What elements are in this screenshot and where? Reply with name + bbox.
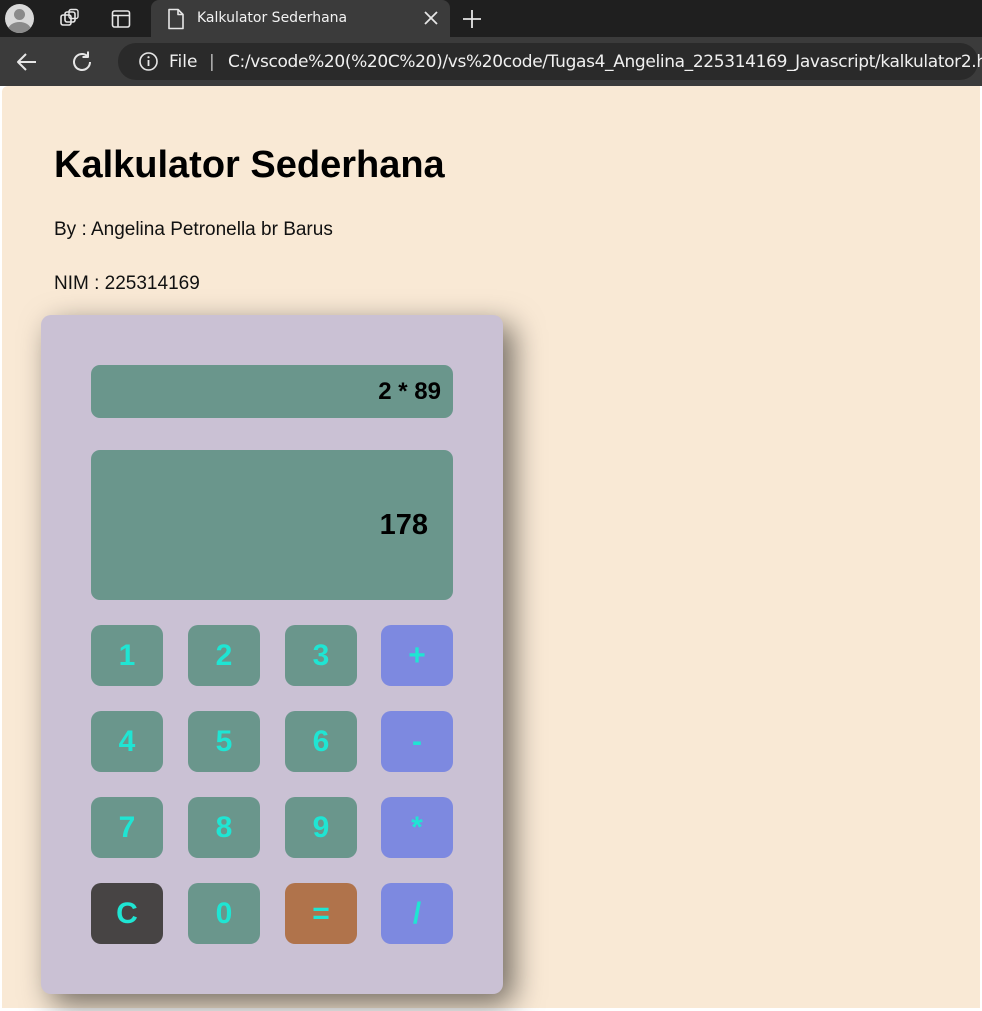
browser-tab-bar: Kalkulator Sederhana — [0, 0, 982, 37]
back-arrow-icon[interactable] — [14, 49, 40, 75]
add-button[interactable]: + — [381, 625, 453, 686]
close-icon[interactable] — [422, 9, 440, 27]
key-2-button[interactable]: 2 — [188, 625, 260, 686]
tab-actions-icon[interactable] — [110, 8, 132, 30]
key-8-button[interactable]: 8 — [188, 797, 260, 858]
key-0-button[interactable]: 0 — [188, 883, 260, 944]
workspaces-icon[interactable] — [58, 8, 80, 30]
key-4-button[interactable]: 4 — [91, 711, 163, 772]
tab-title: Kalkulator Sederhana — [197, 10, 348, 26]
multiply-button[interactable]: * — [381, 797, 453, 858]
divide-button[interactable]: / — [381, 883, 453, 944]
address-bar[interactable]: File | C:/vscode%20(%20C%20)/vs%20code/T… — [118, 43, 982, 80]
result-display: 178 — [91, 450, 453, 600]
reload-icon[interactable] — [69, 49, 95, 75]
profile-avatar-icon[interactable] — [5, 4, 34, 33]
info-icon[interactable] — [138, 51, 159, 72]
page-title: Kalkulator Sederhana — [54, 144, 445, 186]
site-info-label: File — [169, 52, 198, 72]
page-content: Kalkulator Sederhana By : Angelina Petro… — [2, 86, 980, 1008]
nim-text: NIM : 225314169 — [54, 273, 200, 294]
equals-button[interactable]: = — [285, 883, 357, 944]
clear-button[interactable]: C — [91, 883, 163, 944]
address-separator: | — [209, 52, 215, 72]
key-9-button[interactable]: 9 — [285, 797, 357, 858]
browser-toolbar: File | C:/vscode%20(%20C%20)/vs%20code/T… — [0, 37, 982, 86]
key-6-button[interactable]: 6 — [285, 711, 357, 772]
file-icon — [168, 8, 184, 30]
subtract-button[interactable]: - — [381, 711, 453, 772]
url-text[interactable]: C:/vscode%20(%20C%20)/vs%20code/Tugas4_A… — [228, 52, 982, 72]
active-tab[interactable]: Kalkulator Sederhana — [151, 0, 450, 37]
key-3-button[interactable]: 3 — [285, 625, 357, 686]
author-text: By : Angelina Petronella br Barus — [54, 219, 333, 240]
expression-display: 2 * 89 — [91, 365, 453, 418]
key-1-button[interactable]: 1 — [91, 625, 163, 686]
calculator: 2 * 89 178 1 2 3 + 4 5 6 - 7 8 9 * C 0 =… — [41, 315, 503, 994]
key-5-button[interactable]: 5 — [188, 711, 260, 772]
key-7-button[interactable]: 7 — [91, 797, 163, 858]
plus-icon[interactable] — [460, 7, 484, 31]
